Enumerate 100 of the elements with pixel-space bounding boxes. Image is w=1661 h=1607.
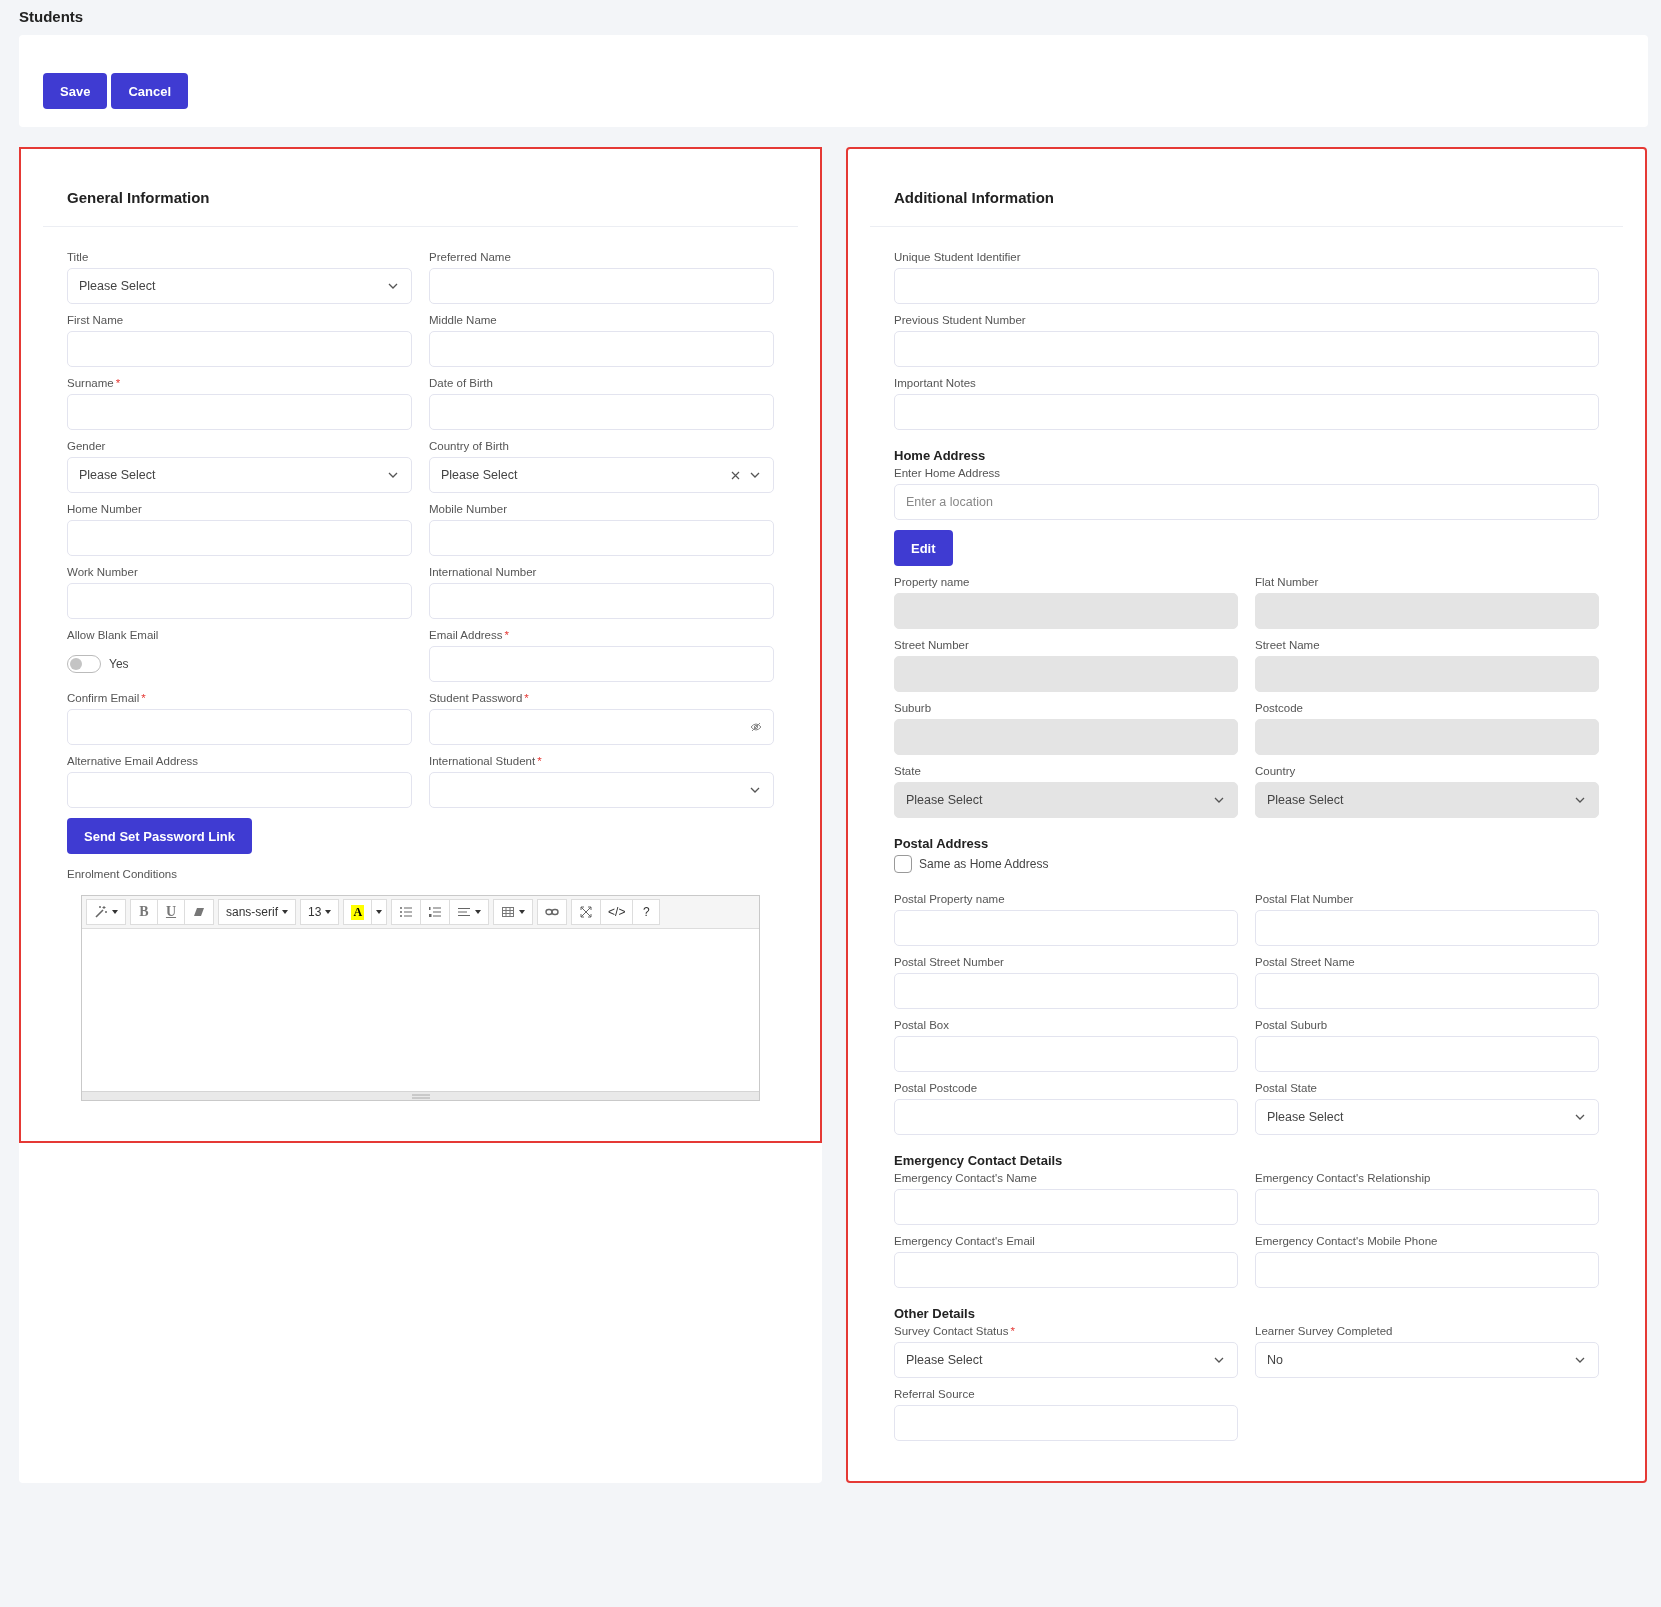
select-field[interactable]: Please Select (1255, 1099, 1599, 1135)
field-label: Previous Student Number (894, 314, 1027, 326)
text-field[interactable] (429, 268, 774, 304)
field-label: Allow Blank Email (67, 629, 160, 641)
field-label: Postal Street Number (894, 956, 1005, 968)
dropdown-button[interactable] (371, 899, 388, 925)
password-field[interactable] (429, 709, 774, 745)
panel-title: Additional Information (870, 149, 1623, 227)
text-field[interactable] (894, 268, 1599, 304)
select-field[interactable]: No (1255, 1342, 1599, 1378)
save-button[interactable]: Save (43, 73, 108, 109)
select-field[interactable]: Please Select (894, 1342, 1238, 1378)
toolbar-button[interactable]: sans-serif (218, 899, 296, 925)
text-field[interactable]: Enter a location (894, 484, 1599, 520)
toggle-switch[interactable] (67, 655, 101, 673)
eraser-icon (192, 905, 206, 919)
field-label: Unique Student Identifier (894, 251, 1022, 263)
checkbox-label: Same as Home Address (919, 857, 1049, 871)
text-field[interactable] (67, 331, 412, 367)
field-label: Work Number (67, 566, 139, 578)
text-field[interactable] (894, 1252, 1238, 1288)
field-label: Street Name (1255, 639, 1321, 651)
highlight-color-button[interactable]: A (343, 899, 373, 925)
field-label: Postal Flat Number (1255, 893, 1355, 905)
select-field[interactable]: Please Select (67, 457, 412, 493)
toolbar-button[interactable]: ? (632, 899, 661, 925)
close-icon[interactable] (731, 470, 740, 480)
toolbar-button[interactable] (537, 899, 568, 925)
text-field[interactable] (429, 646, 774, 682)
cancel-button[interactable]: Cancel (111, 73, 188, 109)
toolbar-button[interactable]: U (157, 899, 185, 925)
field-label: Mobile Number (429, 503, 508, 515)
toolbar-button[interactable]: B (130, 899, 158, 925)
field-label: Enter Home Address (894, 467, 1002, 479)
eye-slash-icon[interactable] (750, 722, 762, 732)
field-label: Gender (67, 440, 107, 452)
toolbar-button[interactable]: </> (600, 899, 634, 925)
page-title: Students (19, 7, 85, 27)
wand-icon (94, 905, 108, 919)
field-label: Suburb (894, 702, 933, 714)
text-field[interactable] (67, 709, 412, 745)
section-heading: Emergency Contact Details (894, 1153, 1064, 1168)
rich-text-editor[interactable]: B U sans-serif 13 A </> ? (81, 895, 760, 1101)
text-field[interactable] (67, 772, 412, 808)
field-label: Emergency Contact's Mobile Phone (1255, 1235, 1439, 1247)
section-heading: Home Address (894, 448, 987, 463)
text-field[interactable] (894, 1189, 1238, 1225)
toggle-label: Yes (109, 657, 129, 671)
text-field[interactable] (67, 394, 412, 430)
text-field[interactable] (894, 1099, 1238, 1135)
toolbar-button[interactable]: 13 (300, 899, 340, 925)
field-label: Date of Birth (429, 377, 494, 389)
select-field[interactable] (429, 772, 774, 808)
field-label: State (894, 765, 922, 777)
text-field[interactable] (67, 583, 412, 619)
field-label: Surname * (67, 377, 122, 389)
text-field[interactable] (1255, 1036, 1599, 1072)
field-label: First Name (67, 314, 125, 326)
text-field[interactable] (894, 973, 1238, 1009)
toolbar-button[interactable] (571, 899, 602, 925)
field-label: Learner Survey Completed (1255, 1325, 1394, 1337)
edit-button[interactable]: Edit (894, 530, 953, 566)
field-label: Postal Suburb (1255, 1019, 1329, 1031)
field-label: Middle Name (429, 314, 498, 326)
field-label: Emergency Contact's Name (894, 1172, 1038, 1184)
field-label: International Number (429, 566, 538, 578)
text-field[interactable] (67, 520, 412, 556)
text-field[interactable] (894, 331, 1599, 367)
toolbar-button[interactable] (184, 899, 214, 925)
text-field[interactable] (1255, 910, 1599, 946)
text-field[interactable] (894, 1405, 1238, 1441)
text-field[interactable] (429, 394, 774, 430)
field-label: Country of Birth (429, 440, 510, 452)
send-link-button[interactable]: Send Set Password Link (67, 818, 252, 854)
toolbar-button[interactable] (449, 899, 490, 925)
toolbar-button[interactable] (86, 899, 126, 925)
field-label: Alternative Email Address (67, 755, 200, 767)
panel-title: General Information (43, 149, 798, 227)
field-label: Postal Box (894, 1019, 950, 1031)
text-field[interactable] (1255, 1252, 1599, 1288)
toolbar-button[interactable] (493, 899, 534, 925)
field-label: Street Number (894, 639, 970, 651)
text-field[interactable] (429, 583, 774, 619)
field-label: Postal Street Name (1255, 956, 1356, 968)
text-field[interactable] (429, 520, 774, 556)
section-heading: Other Details (894, 1306, 976, 1321)
select-field[interactable]: Please Select (67, 268, 412, 304)
text-field[interactable] (894, 910, 1238, 946)
select-field[interactable]: Please Select (429, 457, 774, 493)
field-label: Important Notes (894, 377, 977, 389)
checkbox[interactable] (894, 855, 912, 873)
field-label: Postal State (1255, 1082, 1318, 1094)
text-field[interactable] (894, 1036, 1238, 1072)
resize-handle-icon[interactable] (411, 1093, 430, 1099)
table-icon (501, 905, 516, 919)
text-field[interactable] (1255, 973, 1599, 1009)
text-field[interactable] (1255, 1189, 1599, 1225)
field-label: Confirm Email * (67, 692, 147, 704)
text-field[interactable] (894, 394, 1599, 430)
text-field[interactable] (429, 331, 774, 367)
